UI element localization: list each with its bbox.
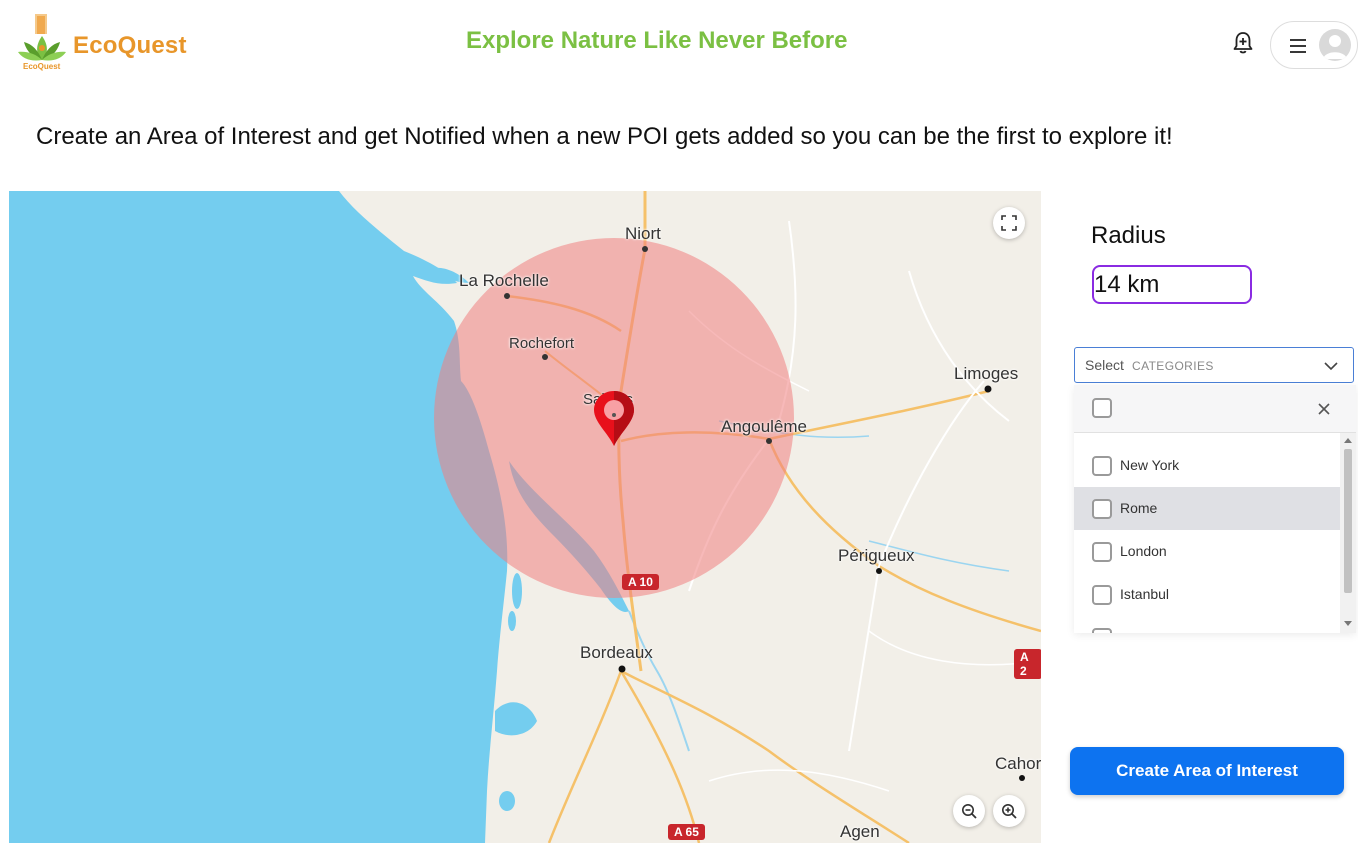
intro-text: Create an Area of Interest and get Notif… — [36, 123, 1173, 150]
map-label-agen: Agen — [840, 822, 880, 841]
scroll-down-icon[interactable] — [1344, 621, 1352, 627]
category-select-label: Select — [1085, 357, 1124, 373]
category-select-placeholder: CATEGORIES — [1132, 359, 1214, 373]
option-checkbox[interactable] — [1092, 456, 1112, 476]
option-label: London — [1120, 543, 1167, 559]
option-checkbox[interactable] — [1092, 585, 1112, 605]
category-option[interactable]: Istanbul — [1074, 573, 1340, 616]
logo-title: EcoQuest — [73, 32, 187, 59]
zoom-in-button[interactable] — [993, 795, 1025, 827]
select-all-checkbox[interactable] — [1092, 398, 1112, 418]
road-shield-a2: A 2 — [1014, 649, 1041, 679]
option-checkbox[interactable] — [1092, 542, 1112, 562]
option-checkbox[interactable] — [1092, 628, 1112, 633]
option-label: Rome — [1120, 500, 1158, 516]
header-tagline: Explore Nature Like Never Before — [466, 27, 848, 54]
fullscreen-button[interactable] — [993, 207, 1025, 239]
map-label-cahors: Cahor — [995, 754, 1041, 773]
dropdown-header — [1074, 385, 1356, 433]
zoom-in-icon — [1002, 804, 1017, 819]
category-option[interactable]: Rome — [1074, 487, 1340, 530]
fullscreen-icon — [1001, 215, 1017, 231]
create-area-button[interactable]: Create Area of Interest — [1070, 747, 1344, 795]
logo-subtitle: EcoQuest — [23, 62, 61, 71]
category-option-partial[interactable] — [1074, 616, 1340, 633]
map-label-bordeaux: Bordeaux — [580, 643, 653, 662]
map-label-limoges: Limoges — [954, 364, 1019, 383]
close-icon[interactable] — [1314, 399, 1334, 419]
zoom-out-icon — [962, 804, 977, 819]
bell-plus-icon[interactable] — [1230, 30, 1256, 56]
radius-input[interactable] — [1092, 265, 1252, 304]
map-label-rochefort: Rochefort — [509, 335, 575, 352]
scrollbar-thumb[interactable] — [1344, 449, 1352, 593]
category-dropdown: New York Rome London Istanbul — [1074, 385, 1356, 633]
zoom-out-button[interactable] — [953, 795, 985, 827]
app-header: EcoQuest EcoQuest Explore Nature Like Ne… — [0, 0, 1358, 90]
scroll-up-icon[interactable] — [1344, 437, 1352, 443]
option-checkbox[interactable] — [1092, 499, 1112, 519]
ecoquest-logo[interactable]: EcoQuest EcoQuest — [18, 14, 198, 74]
map-label-perigueux: Périgueux — [838, 546, 915, 565]
map-view[interactable]: Niort La Rochelle Rochefort Saintes Ango… — [9, 191, 1041, 843]
chevron-down-icon — [1324, 362, 1338, 371]
hamburger-icon — [1290, 39, 1306, 53]
user-avatar-icon — [1319, 29, 1351, 61]
category-option[interactable]: New York — [1074, 444, 1340, 487]
road-shield-a65: A 65 — [668, 824, 705, 840]
radius-label: Radius — [1091, 222, 1166, 249]
dropdown-scrollbar[interactable] — [1340, 433, 1356, 633]
category-option[interactable]: London — [1074, 530, 1340, 573]
option-label: Istanbul — [1120, 586, 1170, 602]
category-select[interactable]: Select CATEGORIES — [1074, 347, 1354, 383]
user-menu-button[interactable] — [1270, 21, 1358, 69]
map-label-la-rochelle: La Rochelle — [459, 271, 549, 290]
map-label-angouleme: Angoulême — [721, 417, 808, 436]
road-shield-a10: A 10 — [622, 574, 659, 590]
option-label: New York — [1120, 457, 1180, 473]
location-pin-icon[interactable] — [592, 389, 636, 447]
map-label-niort: Niort — [625, 224, 661, 243]
